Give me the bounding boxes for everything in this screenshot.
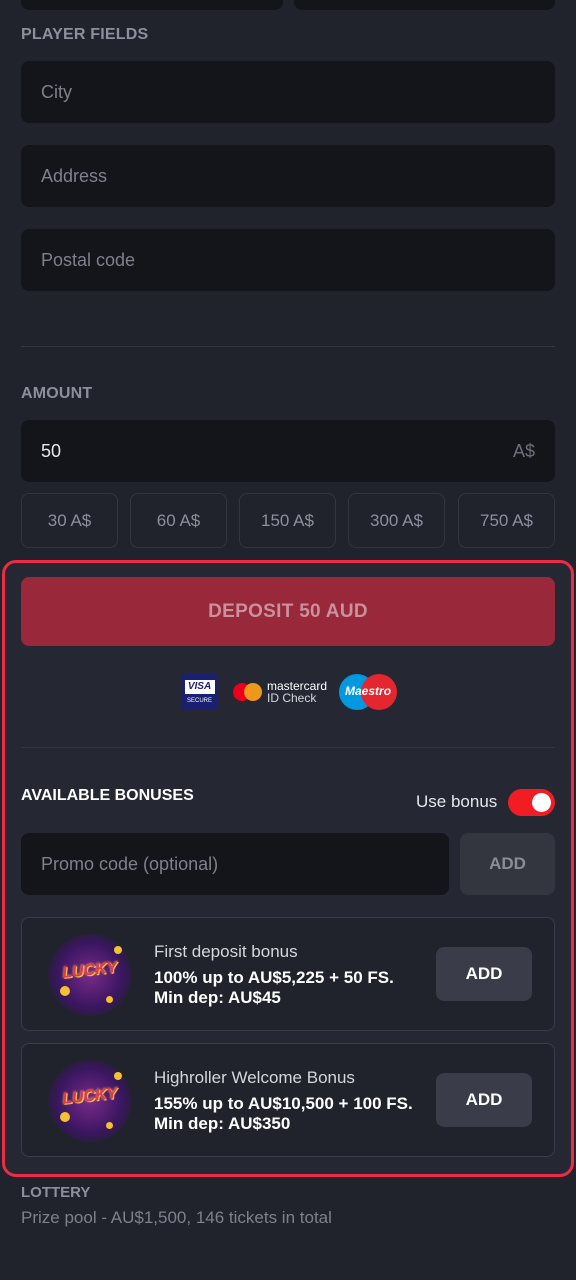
bonus-offer: 155% up to AU$10,500 + 100 FS.	[154, 1094, 413, 1113]
postal-code-input[interactable]	[41, 249, 535, 271]
postal-code-field[interactable]	[21, 229, 555, 291]
bonus-name: Highroller Welcome Bonus	[154, 1068, 355, 1087]
section-divider	[21, 346, 555, 347]
previous-field-left[interactable]	[21, 0, 283, 10]
address-input[interactable]	[41, 165, 535, 187]
available-bonuses-title: AVAILABLE BONUSES	[21, 787, 194, 804]
mastercard-id-check-logo: mastercard ID Check	[233, 680, 327, 704]
amount-field[interactable]: 50 A$	[21, 420, 555, 482]
deposit-button[interactable]: DEPOSIT 50 AUD	[21, 577, 555, 646]
use-bonus-label: Use bonus	[416, 792, 498, 811]
bonus-min-deposit: Min dep: AU$45	[154, 988, 281, 1007]
city-input[interactable]	[41, 81, 535, 103]
lucky-text: LUCKY	[61, 1085, 119, 1108]
amount-preset-300[interactable]: 300 A$	[348, 493, 445, 548]
bonus-description: 100% up to AU$5,225 + 50 FS. Min dep: AU…	[154, 968, 394, 1008]
promo-code-input[interactable]	[41, 853, 429, 875]
player-fields-title: PLAYER FIELDS	[21, 26, 149, 43]
mastercard-icon	[233, 682, 263, 702]
add-bonus-button[interactable]: ADD	[436, 947, 532, 1001]
bonus-offer: 100% up to AU$5,225 + 50 FS.	[154, 968, 394, 987]
toggle-knob	[532, 793, 551, 812]
bonus-name: First deposit bonus	[154, 942, 298, 961]
lucky-slot-icon: LUCKY	[48, 934, 132, 1016]
visa-secure-text: SECURE	[186, 698, 212, 704]
amount-preset-60[interactable]: 60 A$	[130, 493, 227, 548]
amount-title: AMOUNT	[21, 385, 93, 402]
amount-value[interactable]: 50	[41, 441, 61, 462]
bonus-description: 155% up to AU$10,500 + 100 FS. Min dep: …	[154, 1094, 413, 1134]
promo-code-field[interactable]	[21, 833, 449, 895]
amount-preset-150[interactable]: 150 A$	[239, 493, 336, 548]
promo-add-button[interactable]: ADD	[460, 833, 555, 895]
visa-secure-logo: VISA SECURE	[182, 674, 217, 710]
lottery-description: Prize pool - AU$1,500, 146 tickets in to…	[21, 1208, 332, 1227]
lucky-slot-icon: LUCKY	[48, 1060, 132, 1142]
bonus-card-first-deposit: LUCKY First deposit bonus 100% up to AU$…	[21, 917, 555, 1031]
lottery-title: LOTTERY	[21, 1184, 91, 1201]
city-field[interactable]	[21, 61, 555, 123]
bonus-card-highroller: LUCKY Highroller Welcome Bonus 155% up t…	[21, 1043, 555, 1157]
id-check-text: ID Check	[267, 691, 317, 705]
lucky-text: LUCKY	[61, 959, 119, 982]
add-bonus-button[interactable]: ADD	[436, 1073, 532, 1127]
bonus-min-deposit: Min dep: AU$350	[154, 1114, 291, 1133]
bonus-divider	[21, 747, 555, 748]
amount-currency: A$	[512, 440, 535, 461]
amount-preset-30[interactable]: 30 A$	[21, 493, 118, 548]
maestro-logo: Maestro	[339, 674, 398, 710]
previous-field-right[interactable]	[294, 0, 555, 10]
payment-logos: VISA SECURE mastercard ID Check Maestro	[182, 672, 398, 712]
visa-logo-text: VISA	[184, 680, 215, 694]
address-field[interactable]	[21, 145, 555, 207]
amount-preset-750[interactable]: 750 A$	[458, 493, 555, 548]
use-bonus-toggle[interactable]	[508, 789, 555, 816]
maestro-text: Maestro	[345, 684, 392, 698]
